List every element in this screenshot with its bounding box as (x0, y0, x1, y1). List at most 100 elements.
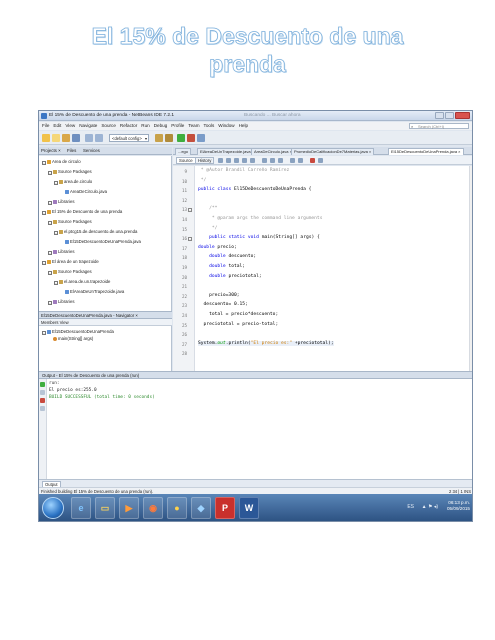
tab-services[interactable]: Services (83, 148, 100, 153)
find-next-icon[interactable] (250, 158, 255, 163)
tree-item[interactable]: - Source Packages (48, 169, 92, 175)
tree-item[interactable]: - Area de circulo (42, 159, 81, 165)
editor-tab[interactable]: ElAreaDeUnTrapezoide.java × (197, 148, 257, 155)
ie-icon[interactable]: e (71, 497, 91, 519)
menu-item-source[interactable]: Source (101, 123, 116, 128)
clock[interactable]: 06:13 p.m. 05/09/2015 (447, 500, 470, 512)
config-select[interactable]: <default config> ▾ (109, 134, 149, 142)
run-icon[interactable] (177, 134, 185, 142)
expand-toggle-icon[interactable]: - (42, 160, 46, 165)
start-button[interactable] (42, 497, 64, 519)
record-macro-icon[interactable] (310, 158, 315, 163)
minimize-button[interactable] (435, 112, 444, 119)
explorer-icon[interactable]: ▭ (95, 497, 115, 519)
code-editor[interactable]: 9 10 11 12 13-14 15 16-17 18 19 20 21 22 23 24 25 26 27 2… (173, 166, 472, 371)
expand-toggle-icon[interactable]: - (54, 230, 58, 235)
tab-files[interactable]: Files (67, 148, 76, 153)
debug-icon[interactable] (187, 134, 195, 142)
fold-toggle-icon[interactable]: - (188, 208, 192, 213)
navigator-method[interactable]: main(String[] args) (53, 336, 93, 342)
shift-right-icon[interactable] (278, 158, 283, 163)
tree-item[interactable]: - Source Packages (48, 269, 92, 275)
menu-item-file[interactable]: File (42, 123, 49, 128)
build-icon[interactable] (155, 134, 163, 142)
expand-toggle-icon[interactable]: - (48, 220, 52, 225)
tree-item[interactable]: - El área de un trapezoide (42, 259, 99, 265)
rerun-icon[interactable] (40, 382, 45, 387)
clean-build-icon[interactable] (165, 134, 173, 142)
stop-macro-icon[interactable] (318, 158, 323, 163)
tab-source[interactable]: Source (176, 157, 196, 164)
expand-toggle-icon[interactable]: - (42, 210, 46, 215)
expand-toggle-icon[interactable]: - (42, 260, 46, 265)
netbeans-taskbar-icon[interactable]: ◆ (191, 497, 211, 519)
menu-item-window[interactable]: Window (218, 123, 234, 128)
close-button[interactable] (455, 112, 470, 119)
search-input[interactable]: ⌕ Search (Ctrl+I) (409, 123, 469, 129)
profile-icon[interactable] (197, 134, 205, 142)
stop-icon[interactable] (40, 398, 45, 403)
tray-icons[interactable]: ▲ ⚑ ◂) (422, 504, 438, 510)
new-file-icon[interactable] (52, 134, 60, 142)
editor-scrollbar[interactable] (469, 166, 472, 371)
menu-item-help[interactable]: Help (239, 123, 248, 128)
menu-item-debug[interactable]: Debug (154, 123, 168, 128)
menu-item-view[interactable]: View (65, 123, 75, 128)
tree-item[interactable]: - El 15% de Descuento de una prenda (42, 209, 122, 215)
menu-item-refactor[interactable]: Refactor (120, 123, 137, 128)
find-previous-icon[interactable] (242, 158, 247, 163)
menu-item-navigate[interactable]: Navigate (79, 123, 97, 128)
menu-item-profile[interactable]: Profile (171, 123, 184, 128)
tree-item[interactable]: - Libraries (48, 299, 74, 305)
tree-item[interactable]: - Source Packages (48, 219, 92, 225)
editor-tab[interactable]: ...ego (175, 148, 192, 155)
save-all-icon[interactable] (72, 134, 80, 142)
expand-toggle-icon[interactable]: - (54, 180, 58, 185)
menu-item-tools[interactable]: Tools (204, 123, 215, 128)
shift-left-icon[interactable] (270, 158, 275, 163)
expand-toggle-icon[interactable]: - (48, 170, 52, 175)
menu-item-edit[interactable]: Edit (53, 123, 61, 128)
editor-tab[interactable]: AreaDeCirculo.java × (251, 148, 295, 155)
comment-icon[interactable] (290, 158, 295, 163)
expand-toggle-icon[interactable]: - (54, 280, 58, 285)
maximize-button[interactable] (445, 112, 454, 119)
tree-item[interactable]: ElAreaDeUnTrapezoide.java (60, 289, 124, 295)
tree-item[interactable]: - area.de.circulo (54, 179, 92, 185)
tab-history[interactable]: History (195, 157, 215, 164)
search-editor-icon[interactable] (234, 158, 239, 163)
undo-icon[interactable] (85, 134, 93, 142)
fold-toggle-icon[interactable]: - (188, 237, 192, 242)
tree-item[interactable]: AreaDeCirculo.java (60, 189, 107, 195)
menu-item-team[interactable]: Team (188, 123, 199, 128)
tree-item[interactable]: - el.ptcg15.de.descuento.de.una.prenda (54, 229, 137, 235)
tree-item[interactable]: - Libraries (48, 199, 74, 205)
collapse-icon[interactable]: - (42, 330, 46, 335)
menu-item-run[interactable]: Run (141, 123, 149, 128)
pdf-icon[interactable]: P (215, 497, 235, 519)
expand-toggle-icon[interactable]: - (48, 250, 52, 255)
rerun-options-icon[interactable] (40, 390, 45, 395)
new-project-icon[interactable] (42, 134, 50, 142)
tree-item[interactable]: - el.area.de.un.trapezoide (54, 279, 110, 285)
navigator-class[interactable]: - El15DeDescuentoDeUnaPrenda (42, 329, 114, 335)
open-project-icon[interactable] (62, 134, 70, 142)
redo-icon[interactable] (95, 134, 103, 142)
members-view-select[interactable]: Members View (41, 320, 69, 325)
editor-tab[interactable]: PromedioDeCalificacionDe7Materias.java × (291, 148, 375, 155)
expand-toggle-icon[interactable]: - (48, 300, 52, 305)
tree-item[interactable]: El15DeDescuentoDeUnaPrenda.java (60, 239, 141, 245)
tree-item[interactable]: - Libraries (48, 249, 74, 255)
tab-projects[interactable]: Projects × (41, 148, 61, 153)
chrome-icon[interactable]: ● (167, 497, 187, 519)
expand-toggle-icon[interactable]: - (48, 200, 52, 205)
toggle-highlight-icon[interactable] (262, 158, 267, 163)
forward-icon[interactable] (226, 158, 231, 163)
language-indicator[interactable]: ES (407, 504, 414, 510)
word-icon[interactable]: W (239, 497, 259, 519)
media-player-icon[interactable]: ▶ (119, 497, 139, 519)
uncomment-icon[interactable] (298, 158, 303, 163)
output-settings-icon[interactable] (40, 406, 45, 411)
expand-toggle-icon[interactable]: - (48, 270, 52, 275)
back-icon[interactable] (218, 158, 223, 163)
